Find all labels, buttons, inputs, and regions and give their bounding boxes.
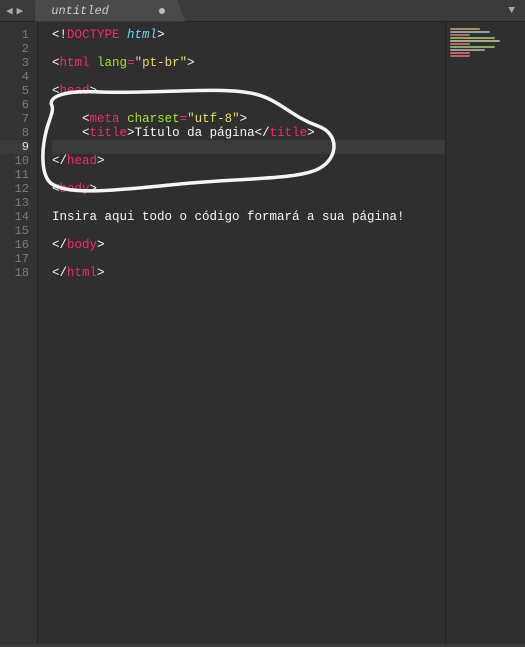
nav-back-icon[interactable]: ◀ [6, 4, 13, 18]
line-number: 6 [0, 98, 29, 112]
nav-forward-icon[interactable]: ▶ [17, 4, 24, 18]
code-line: <html lang="pt-br"> [52, 56, 445, 70]
line-number: 3 [0, 56, 29, 70]
line-number: 11 [0, 168, 29, 182]
code-line [52, 196, 445, 210]
line-number: 5 [0, 84, 29, 98]
code-line [52, 168, 445, 182]
code-line: <meta charset="utf-8"> [52, 112, 445, 126]
code-line [52, 98, 445, 112]
line-number: 9 [0, 140, 29, 154]
code-editor[interactable]: <!DOCTYPE html> <html lang="pt-br"> <hea… [38, 22, 445, 647]
code-line: <head> [52, 84, 445, 98]
code-line: </html> [52, 266, 445, 280]
line-number: 13 [0, 196, 29, 210]
code-line [52, 140, 445, 154]
code-line [52, 224, 445, 238]
line-number: 17 [0, 252, 29, 266]
code-line: <!DOCTYPE html> [52, 28, 445, 42]
code-line: Insira aqui todo o código formará a sua … [52, 210, 445, 224]
dirty-indicator-icon [159, 8, 165, 14]
line-number: 18 [0, 266, 29, 280]
line-number: 16 [0, 238, 29, 252]
line-number: 14 [0, 210, 29, 224]
code-line [52, 42, 445, 56]
line-number: 1 [0, 28, 29, 42]
code-line: </head> [52, 154, 445, 168]
editor-tab[interactable]: untitled [35, 0, 185, 22]
line-number: 7 [0, 112, 29, 126]
minimap[interactable] [445, 22, 525, 647]
menu-dropdown-icon[interactable]: ▼ [508, 5, 525, 17]
line-gutter: 1 2 3 4 5 6 7 8 9 10 11 12 13 14 15 16 1… [0, 22, 38, 647]
code-line: </body> [52, 238, 445, 252]
line-number: 2 [0, 42, 29, 56]
code-line [52, 252, 445, 266]
tab-title: untitled [51, 4, 109, 18]
code-line: <title>Título da página</title> [52, 126, 445, 140]
nav-controls: ◀ ▶ untitled [0, 0, 185, 22]
code-line [52, 70, 445, 84]
title-bar: ◀ ▶ untitled ▼ [0, 0, 525, 22]
editor-area: 1 2 3 4 5 6 7 8 9 10 11 12 13 14 15 16 1… [0, 22, 525, 647]
line-number: 15 [0, 224, 29, 238]
line-number: 10 [0, 154, 29, 168]
code-line: <body> [52, 182, 445, 196]
line-number: 8 [0, 126, 29, 140]
line-number: 4 [0, 70, 29, 84]
line-number: 12 [0, 182, 29, 196]
